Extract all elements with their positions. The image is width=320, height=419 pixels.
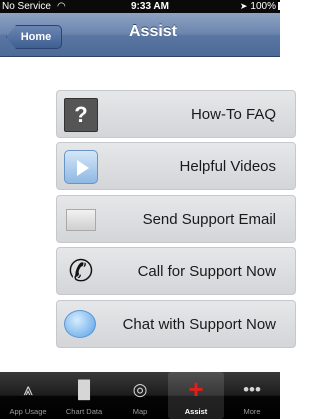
video-play-icon bbox=[64, 150, 98, 184]
wifi-icon: ◠ bbox=[57, 1, 66, 12]
carrier-label: No Service bbox=[2, 1, 51, 12]
location-arrow-icon: ➤ bbox=[239, 1, 248, 11]
tab-assist[interactable]: + Assist bbox=[168, 372, 224, 419]
more-dots-icon: ••• bbox=[243, 380, 261, 399]
tab-map[interactable]: ◎ Map bbox=[112, 372, 168, 419]
row-chat-with-support[interactable]: Chat with Support Now bbox=[56, 300, 296, 348]
row-label: Call for Support Now bbox=[137, 263, 276, 280]
row-send-support-email[interactable]: Send Support Email bbox=[56, 195, 296, 243]
tab-label: Assist bbox=[184, 407, 208, 416]
status-right: ➤ 100% bbox=[240, 0, 294, 13]
phone-icon: ✆ bbox=[68, 255, 94, 288]
tab-label: More bbox=[243, 407, 261, 416]
globe-icon: ◎ bbox=[132, 380, 148, 399]
tab-chart-data[interactable]: ▐▌ Chart Data bbox=[56, 372, 112, 419]
page-title: Assist bbox=[129, 23, 178, 40]
navigation-bar: Home Assist bbox=[0, 13, 280, 57]
home-back-button[interactable]: Home bbox=[6, 25, 62, 49]
row-label: Send Support Email bbox=[142, 211, 276, 228]
app-usage-icon: ⩓ bbox=[23, 380, 33, 399]
bar-chart-icon: ▐▌ bbox=[71, 380, 97, 399]
row-label: Chat with Support Now bbox=[122, 316, 276, 333]
question-icon: ? bbox=[64, 98, 98, 132]
assist-menu: ? How-To FAQ Helpful Videos Send Support… bbox=[0, 58, 296, 378]
chat-bubble-icon bbox=[64, 310, 96, 338]
status-time: 9:33 AM bbox=[131, 1, 169, 12]
battery-percent: 100% bbox=[250, 1, 276, 12]
row-call-for-support[interactable]: ✆ Call for Support Now bbox=[56, 247, 296, 295]
row-helpful-videos[interactable]: Helpful Videos bbox=[56, 142, 296, 190]
status-bar: No Service ◠ 9:33 AM ➤ 100% bbox=[0, 0, 294, 13]
tab-bar: ⩓ App Usage ▐▌ Chart Data ◎ Map + Assist… bbox=[0, 372, 280, 419]
tab-label: Chart Data bbox=[65, 407, 103, 416]
tab-more[interactable]: ••• More bbox=[224, 372, 280, 419]
envelope-icon bbox=[66, 209, 96, 231]
row-how-to-faq[interactable]: ? How-To FAQ bbox=[56, 90, 296, 138]
row-label: Helpful Videos bbox=[179, 158, 276, 175]
red-cross-icon: + bbox=[188, 374, 204, 404]
battery-icon bbox=[278, 2, 294, 10]
tab-label: Map bbox=[132, 407, 148, 416]
row-label: How-To FAQ bbox=[190, 106, 276, 123]
tab-label: App Usage bbox=[9, 407, 47, 416]
tab-app-usage[interactable]: ⩓ App Usage bbox=[0, 372, 56, 419]
